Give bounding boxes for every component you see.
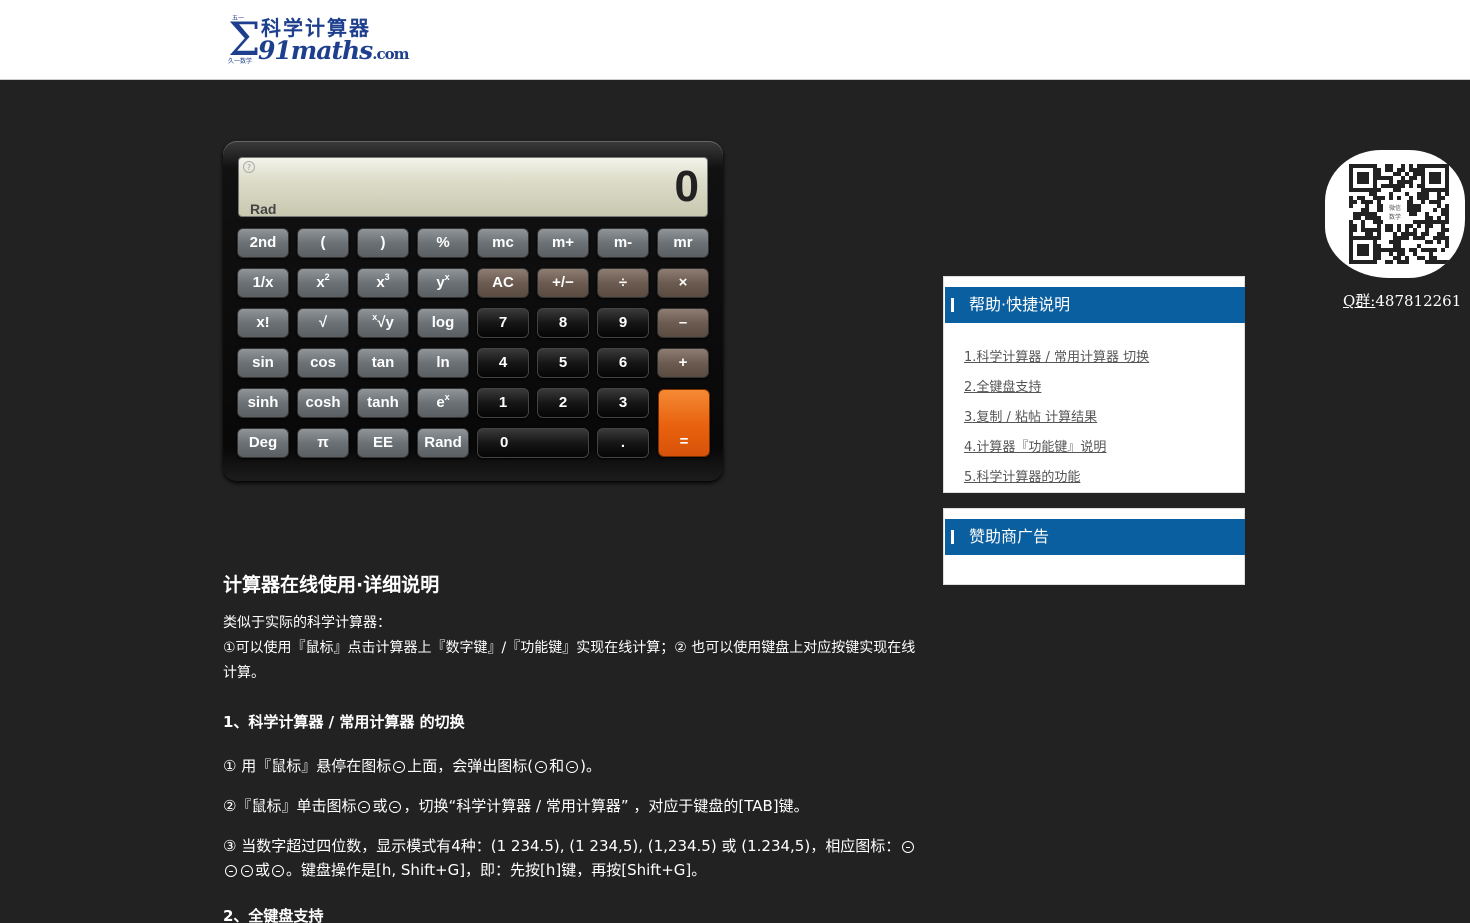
key-1-1[interactable]: x2 — [297, 268, 349, 298]
section-1-para-1: ① 用『鼠标』悬停在图标 上面，会弹出图标(和)。 — [223, 757, 601, 775]
site-logo[interactable]: Σ 五一 久一数学 科学计算器 91maths.com — [228, 10, 409, 70]
key-5-1[interactable]: π — [297, 428, 349, 458]
help-icon[interactable]: ? — [243, 161, 255, 173]
key-3-3[interactable]: ln — [417, 348, 469, 378]
key-2-5[interactable]: 8 — [537, 308, 589, 338]
key-5-4[interactable]: 0 — [477, 428, 589, 458]
key-3-6[interactable]: 6 — [597, 348, 649, 378]
key-3-7[interactable]: + — [657, 348, 709, 378]
key-0-2[interactable]: ) — [357, 228, 409, 258]
key-1-0[interactable]: 1/x — [237, 268, 289, 298]
key-4-3[interactable]: ex — [417, 388, 469, 418]
key-4-4[interactable]: 1 — [477, 388, 529, 418]
key-2-3[interactable]: log — [417, 308, 469, 338]
key-0-3[interactable]: % — [417, 228, 469, 258]
format-circle-icon — [902, 841, 915, 853]
display-value: 0 — [674, 162, 699, 211]
mode-circle-icon — [389, 801, 402, 813]
key-3-2[interactable]: tan — [357, 348, 409, 378]
key-5-0[interactable]: Deg — [237, 428, 289, 458]
key-1-5[interactable]: +/− — [537, 268, 589, 298]
qr-code: 微信 数学 — [1325, 150, 1465, 278]
key-0-6[interactable]: m- — [597, 228, 649, 258]
key-5-3[interactable]: Rand — [417, 428, 469, 458]
svg-text:数学: 数学 — [1389, 213, 1401, 221]
angle-mode-indicator: Rad — [250, 201, 277, 217]
section-1-para-3: ③ 当数字超过四位数，显示模式有4种：(1 234.5), (1 234,5),… — [223, 834, 923, 882]
mode-circle-icon — [566, 761, 579, 773]
help-link[interactable]: 1.科学计算器 / 常用计算器 切换 — [964, 343, 1244, 373]
format-circle-icon — [225, 865, 237, 877]
article-intro-1: 类似于实际的科学计算器： — [223, 615, 391, 631]
key-2-6[interactable]: 9 — [597, 308, 649, 338]
key-5-2[interactable]: EE — [357, 428, 409, 458]
key-4-1[interactable]: cosh — [297, 388, 349, 418]
mode-circle-icon — [535, 761, 548, 773]
key-0-4[interactable]: mc — [477, 228, 529, 258]
key-1-6[interactable]: ÷ — [597, 268, 649, 298]
article-intro-2: ①可以使用『鼠标』点击计算器上『数字键』/『功能键』实现在线计算；② 也可以使用… — [223, 640, 916, 681]
key-3-1[interactable]: cos — [297, 348, 349, 378]
ad-panel: 赞助商广告 — [943, 508, 1245, 585]
qr-code-icon: 微信 数学 — [1349, 164, 1449, 264]
calculator-display: ? Rad 0 — [238, 157, 708, 217]
key-4-5[interactable]: 2 — [537, 388, 589, 418]
key-1-3[interactable]: yx — [417, 268, 469, 298]
mode-circle-icon — [358, 801, 371, 813]
article-title: 计算器在线使用·详细说明 — [223, 574, 440, 596]
calculator: ? Rad 0 2nd ()% mc m+ m-mr 1/x x2 x3 yx AC +/− ÷ × x!… — [223, 141, 723, 481]
site-header: Σ 五一 久一数学 科学计算器 91maths.com — [0, 0, 1470, 80]
key-4-6[interactable]: 3 — [597, 388, 649, 418]
help-link[interactable]: 2.全键盘支持 — [964, 373, 1244, 403]
key-3-4[interactable]: 4 — [477, 348, 529, 378]
key-0-5[interactable]: m+ — [537, 228, 589, 258]
logo-tiny-side: 久一数学 — [228, 58, 253, 65]
help-link-list: 1.科学计算器 / 常用计算器 切换 2.全键盘支持 3.复制 / 粘帖 计算结… — [944, 323, 1244, 493]
logo-site-name: 91maths.com — [258, 36, 409, 65]
ad-panel-title: 赞助商广告 — [945, 519, 1245, 555]
key-2-1[interactable]: √ — [297, 308, 349, 338]
key-1-2[interactable]: x3 — [357, 268, 409, 298]
key-0-7[interactable]: mr — [657, 228, 709, 258]
key-5-5[interactable]: . — [597, 428, 649, 458]
help-panel-title: 帮助·快捷说明 — [945, 287, 1245, 323]
key-3-0[interactable]: sin — [237, 348, 289, 378]
key-2-2[interactable]: x√y — [357, 308, 409, 338]
key-2-4[interactable]: 7 — [477, 308, 529, 338]
key-equals[interactable]: = — [658, 389, 710, 457]
key-2-7[interactable]: – — [657, 308, 709, 338]
key-0-1[interactable]: ( — [297, 228, 349, 258]
help-link[interactable]: 4.计算器『功能键』说明 — [964, 433, 1244, 463]
key-4-0[interactable]: sinh — [237, 388, 289, 418]
svg-text:微信: 微信 — [1389, 204, 1401, 212]
key-1-7[interactable]: × — [657, 268, 709, 298]
key-0-0[interactable]: 2nd — [237, 228, 289, 258]
help-link[interactable]: 3.复制 / 粘帖 计算结果 — [964, 403, 1244, 433]
key-4-2[interactable]: tanh — [357, 388, 409, 418]
section-1-para-2: ②『鼠标』单击图标或，切换“科学计算器 / 常用计算器” ，对应于键盘的[TAB… — [223, 797, 809, 815]
help-link[interactable]: 5.科学计算器的功能 — [964, 463, 1244, 493]
format-circle-icon — [241, 865, 253, 877]
help-panel: 帮助·快捷说明 1.科学计算器 / 常用计算器 切换 2.全键盘支持 3.复制 … — [943, 276, 1245, 493]
key-3-5[interactable]: 5 — [537, 348, 589, 378]
format-circle-icon — [272, 865, 285, 877]
section-2-heading: 2、全键盘支持 — [223, 907, 324, 923]
qq-group-label[interactable]: Q群:487812261 — [1343, 290, 1461, 311]
key-2-0[interactable]: x! — [237, 308, 289, 338]
section-1-heading: 1、科学计算器 / 常用计算器 的切换 — [223, 713, 465, 731]
settings-circle-icon — [393, 761, 406, 773]
key-1-4[interactable]: AC — [477, 268, 529, 298]
logo-tiny-top: 五一 — [232, 15, 245, 22]
